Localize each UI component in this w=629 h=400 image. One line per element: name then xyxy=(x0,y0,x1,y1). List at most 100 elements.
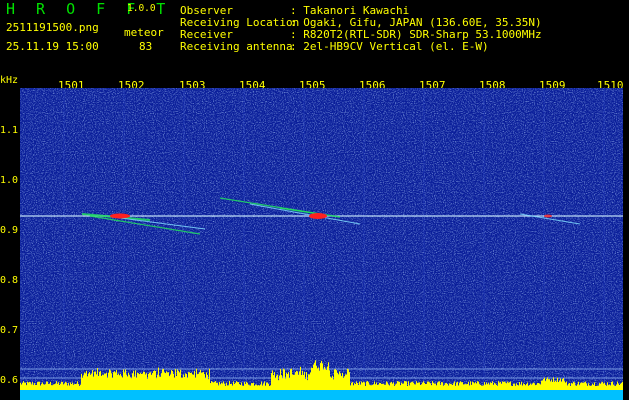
amplitude-bar xyxy=(280,369,281,390)
amplitude-bar xyxy=(82,377,83,390)
amplitude-bar xyxy=(618,383,619,390)
amplitude-bar xyxy=(20,382,21,390)
amplitude-bar xyxy=(183,374,184,390)
amplitude-bar xyxy=(610,385,611,390)
amplitude-bar xyxy=(334,369,335,390)
amplitude-bar xyxy=(615,385,616,390)
spectrogram-plot xyxy=(20,88,623,400)
amplitude-bar xyxy=(374,381,375,390)
amplitude-bar xyxy=(235,382,236,390)
amplitude-bar xyxy=(249,385,250,390)
amplitude-bar xyxy=(405,381,406,390)
amplitude-bar xyxy=(88,373,89,390)
amplitude-bar xyxy=(489,384,490,390)
amplitude-bar xyxy=(403,383,404,390)
amplitude-bar xyxy=(514,383,515,390)
amplitude-bar xyxy=(181,377,182,390)
amplitude-bar xyxy=(369,384,370,390)
amplitude-bar xyxy=(273,375,274,390)
amplitude-bar xyxy=(600,383,601,390)
amplitude-bar xyxy=(455,385,456,390)
amplitude-bar xyxy=(264,381,265,390)
amplitude-bar xyxy=(472,381,473,390)
detection-count: 83 xyxy=(139,40,153,53)
amplitude-bar xyxy=(136,377,137,390)
amplitude-bar xyxy=(62,381,63,390)
amplitude-bar xyxy=(98,376,99,390)
amplitude-bar xyxy=(499,382,500,390)
amplitude-bar xyxy=(601,382,602,390)
meteor-head xyxy=(110,213,130,219)
amplitude-bar xyxy=(557,377,558,390)
amplitude-bar xyxy=(172,371,173,390)
amplitude-bar xyxy=(554,381,555,390)
amplitude-bar xyxy=(168,372,169,390)
amplitude-bar xyxy=(282,378,283,390)
amplitude-bar xyxy=(101,375,102,390)
y-axis-unit: kHz xyxy=(0,75,19,86)
amplitude-bar xyxy=(617,381,618,390)
amplitude-bar xyxy=(74,384,75,390)
amplitude-bar xyxy=(536,384,537,390)
amplitude-bar xyxy=(533,382,534,390)
amplitude-bar xyxy=(480,384,481,390)
amplitude-bar xyxy=(457,381,458,390)
amplitude-bar xyxy=(582,382,583,390)
amplitude-bar xyxy=(271,373,272,390)
amplitude-bar xyxy=(306,371,307,390)
amplitude-bar xyxy=(411,382,412,390)
amplitude-bar xyxy=(364,382,365,390)
amplitude-bar xyxy=(432,381,433,390)
amplitude-bar xyxy=(440,384,441,390)
amplitude-bar xyxy=(153,370,154,390)
amplitude-bar xyxy=(485,384,486,390)
antenna-label: Receiving antenna xyxy=(180,40,293,53)
amplitude-bar xyxy=(240,384,241,390)
observer-value: : Takanori Kawachi xyxy=(290,4,410,17)
amplitude-bar xyxy=(445,383,446,390)
amplitude-bar xyxy=(366,381,367,390)
amplitude-bar xyxy=(204,374,205,390)
amplitude-bar xyxy=(592,383,593,390)
amplitude-bar xyxy=(242,385,243,390)
amplitude-bar xyxy=(210,383,211,390)
amplitude-bar xyxy=(258,385,259,390)
amplitude-bar xyxy=(197,374,198,390)
header-panel: H R O F F T 1.0.0 2511191500.png meteor … xyxy=(0,0,629,75)
amplitude-bar xyxy=(229,381,230,390)
amplitude-bar xyxy=(595,385,596,390)
location-label: Receiving Location xyxy=(180,16,300,29)
amplitude-bar xyxy=(315,360,316,390)
amplitude-bar xyxy=(50,381,51,390)
amplitude-bar xyxy=(323,369,324,390)
amplitude-bar xyxy=(107,377,108,390)
amplitude-bar xyxy=(174,377,175,390)
amplitude-bar xyxy=(373,384,374,390)
amplitude-bar xyxy=(429,382,430,390)
amplitude-bar xyxy=(468,381,469,390)
amplitude-bar xyxy=(547,377,548,390)
amplitude-bar xyxy=(165,373,166,390)
amplitude-bar xyxy=(476,383,477,390)
amplitude-bar xyxy=(41,383,42,390)
amplitude-bar xyxy=(326,369,327,390)
amplitude-bar xyxy=(544,377,545,390)
amplitude-bar xyxy=(268,383,269,390)
amplitude-bar xyxy=(521,381,522,390)
amplitude-bar xyxy=(227,385,228,390)
amplitude-bar xyxy=(215,381,216,390)
amplitude-bar xyxy=(223,381,224,390)
amplitude-bar xyxy=(587,385,588,390)
amplitude-bar xyxy=(337,372,338,390)
amplitude-bar xyxy=(597,385,598,390)
amplitude-bar xyxy=(238,382,239,390)
amplitude-bar xyxy=(26,385,27,390)
amplitude-bar xyxy=(393,382,394,390)
amplitude-bar xyxy=(37,382,38,390)
receiver-value: : R820T2(RTL-SDR) SDR-Sharp 53.1000MHz xyxy=(290,28,542,41)
amplitude-bar xyxy=(546,379,547,390)
amplitude-bar xyxy=(351,382,352,390)
amplitude-bar xyxy=(423,381,424,390)
amplitude-bar xyxy=(383,383,384,390)
amplitude-bar xyxy=(466,384,467,390)
